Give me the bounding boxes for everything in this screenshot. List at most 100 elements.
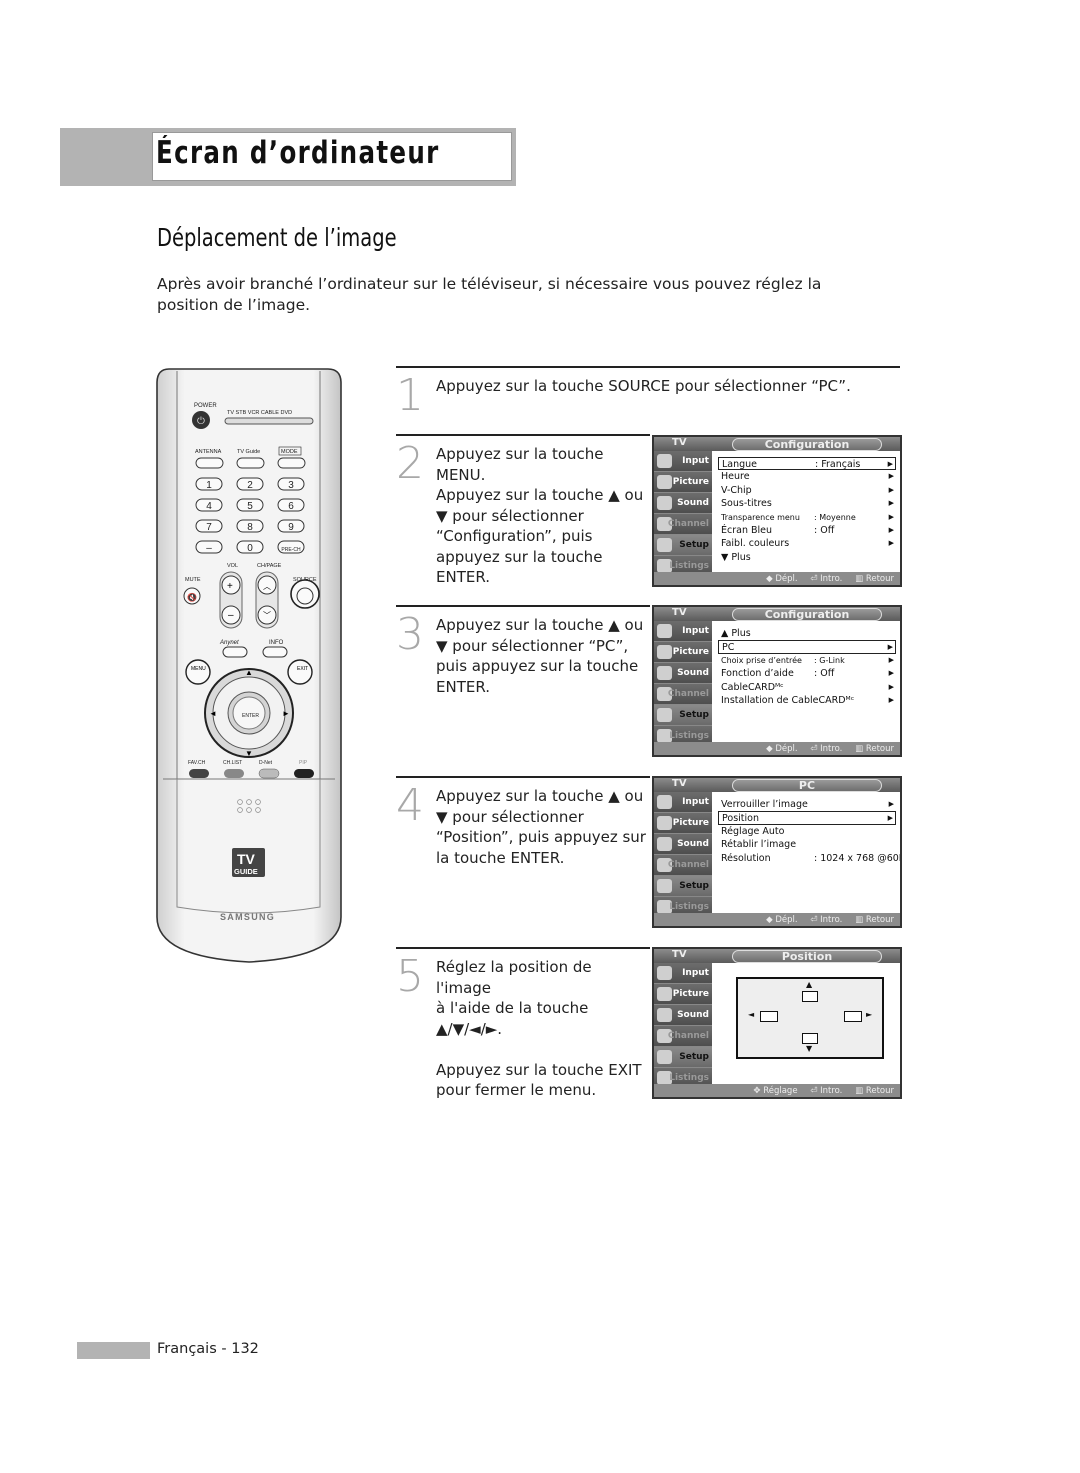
osd-sidebar-item-setup[interactable]: Setup bbox=[654, 535, 712, 556]
osd-menu-item[interactable]: CableCARDᴹᶜ ▶ bbox=[718, 681, 896, 694]
arrow-right-icon: ▶ bbox=[888, 485, 894, 494]
mode-labels: TV STB VCR CABLE DVD bbox=[227, 410, 292, 416]
arrow-right-icon: ▶ bbox=[887, 814, 893, 823]
digit-label: 2 bbox=[247, 480, 253, 491]
osd-sidebar-item-sound[interactable]: Sound bbox=[654, 493, 712, 514]
osd-menu-item[interactable]: Heure ▶ bbox=[718, 470, 896, 483]
step-line: ▼ pour sélectionner bbox=[436, 506, 584, 525]
step-1: 1 Appuyez sur la touche SOURCE pour séle… bbox=[396, 366, 900, 432]
step-line: MENU. bbox=[436, 465, 486, 484]
osd-menu-item[interactable]: Choix prise d’entrée : G-Link ▶ bbox=[718, 654, 896, 667]
input-icon bbox=[657, 966, 672, 980]
digit-label: 6 bbox=[288, 501, 294, 512]
svg-text:►: ► bbox=[282, 709, 290, 718]
osd-menu-item[interactable]: Verrouiller l’image ▶ bbox=[718, 798, 896, 811]
step-line: ▼ pour sélectionner bbox=[436, 807, 584, 826]
svg-text:CH/PAGE: CH/PAGE bbox=[257, 563, 282, 569]
move-left-preview bbox=[760, 1011, 778, 1022]
picture-icon bbox=[657, 645, 672, 659]
osd-sidebar-item-picture[interactable]: Picture bbox=[654, 642, 712, 663]
svg-text:﹀: ﹀ bbox=[263, 611, 271, 620]
digit-label: 1 bbox=[206, 480, 212, 491]
step-line: ENTER. bbox=[436, 677, 490, 696]
arrow-left-icon: ◄ bbox=[748, 1010, 755, 1019]
osd-menu-list: Verrouiller l’image ▶ Position ▶ Réglage… bbox=[718, 798, 900, 865]
digit-label: – bbox=[206, 543, 212, 554]
svg-text:FAV.CH: FAV.CH bbox=[188, 760, 206, 766]
osd-sidebar-item-channel[interactable]: Channel bbox=[654, 684, 712, 705]
osd-sidebar-item-setup[interactable]: Setup bbox=[654, 876, 712, 897]
osd-sidebar-item-input[interactable]: Input bbox=[654, 963, 712, 984]
svg-text:GUIDE: GUIDE bbox=[234, 867, 258, 876]
osd-sidebar-item-channel[interactable]: Channel bbox=[654, 1026, 712, 1047]
svg-text:▲: ▲ bbox=[245, 668, 253, 677]
svg-text:VOL: VOL bbox=[227, 563, 238, 569]
osd-menu-item[interactable]: ▲ Plus bbox=[718, 627, 896, 640]
osd-menu-item[interactable]: Faibl. couleurs ▶ bbox=[718, 537, 896, 550]
osd-menu-item[interactable]: Installation de CableCARDᴹᶜ ▶ bbox=[718, 694, 896, 707]
osd-tv-label: TV bbox=[672, 437, 687, 448]
osd-screen-position: TV Position Input Picture Sound Channel Setu… bbox=[652, 947, 902, 1099]
step-number: 5 bbox=[396, 951, 424, 1002]
osd-sidebar-item-picture[interactable]: Picture bbox=[654, 472, 712, 493]
osd-sidebar-item-input[interactable]: Input bbox=[654, 792, 712, 813]
osd-footer-hints: ◆ Dépl. ⏎ Intro. ▥ Retour bbox=[766, 574, 894, 584]
step-3: 3 Appuyez sur la touche ▲ ou ▼ pour sélec… bbox=[396, 605, 650, 771]
move-up-preview bbox=[802, 991, 818, 1002]
osd-menu-item[interactable]: Réglage Auto bbox=[718, 825, 896, 838]
osd-menu-item[interactable]: V-Chip ▶ bbox=[718, 484, 896, 497]
osd-sidebar-item-sound[interactable]: Sound bbox=[654, 834, 712, 855]
sound-icon bbox=[657, 1008, 672, 1022]
arrow-right-icon: ▶ bbox=[888, 800, 894, 808]
step-line: Appuyez sur la touche EXIT bbox=[436, 1060, 642, 1079]
osd-menu-item[interactable]: Résolution : 1024 x 768 @60Hz bbox=[718, 852, 900, 865]
svg-text:MODE: MODE bbox=[281, 449, 298, 455]
power-label: POWER bbox=[194, 403, 217, 409]
input-icon bbox=[657, 624, 672, 638]
osd-menu-item[interactable]: Sous-titres ▶ bbox=[718, 497, 896, 510]
arrow-down-icon: ▼ bbox=[806, 1044, 813, 1053]
step-number: 3 bbox=[396, 609, 424, 660]
osd-sidebar-item-channel[interactable]: Channel bbox=[654, 514, 712, 535]
osd-sidebar-item-input[interactable]: Input bbox=[654, 451, 712, 472]
arrow-up-icon: ▲ bbox=[806, 980, 813, 989]
osd-sidebar-item-setup[interactable]: Setup bbox=[654, 1047, 712, 1068]
osd-menu-item[interactable]: PC ▶ bbox=[718, 640, 896, 654]
step-line: ▲/▼/◄/►. bbox=[436, 1019, 503, 1038]
osd-tv-label: TV bbox=[672, 778, 687, 789]
picture-icon bbox=[657, 987, 672, 1001]
arrow-right-icon: ▶ bbox=[887, 643, 893, 652]
osd-menu-item[interactable]: Position ▶ bbox=[718, 811, 896, 825]
osd-sidebar-item-picture[interactable]: Picture bbox=[654, 813, 712, 834]
osd-screen-pc: TV PC Input Picture Sound Channel Setup Listi… bbox=[652, 776, 902, 928]
osd-menu-item[interactable]: ▼ Plus bbox=[718, 551, 896, 564]
digit-label: 0 bbox=[247, 543, 253, 554]
step-line: Appuyez sur la touche ▲ ou bbox=[436, 616, 644, 634]
footer-bar bbox=[77, 1342, 150, 1359]
svg-text:TV Guide: TV Guide bbox=[237, 449, 260, 455]
osd-sidebar-item-picture[interactable]: Picture bbox=[654, 984, 712, 1005]
step-line: ENTER. bbox=[436, 568, 490, 586]
osd-menu-item[interactable]: Transparence menu : Moyenne ▶ bbox=[718, 511, 896, 524]
step-line: “Position”, puis appuyez sur bbox=[436, 828, 646, 846]
digit-label: PRE-CH bbox=[281, 547, 301, 553]
svg-text:Anynet: Anynet bbox=[219, 640, 239, 646]
osd-sidebar-item-sound[interactable]: Sound bbox=[654, 1005, 712, 1026]
osd-sidebar-item-setup[interactable]: Setup bbox=[654, 705, 712, 726]
osd-menu-item[interactable]: Langue : Français ▶ bbox=[718, 457, 896, 471]
arrow-right-icon: ▶ bbox=[888, 695, 894, 704]
move-right-preview bbox=[844, 1011, 862, 1022]
osd-menu-item[interactable]: Rétablir l’image bbox=[718, 838, 896, 851]
svg-text:ENTER: ENTER bbox=[242, 713, 259, 719]
osd-sidebar-item-input[interactable]: Input bbox=[654, 621, 712, 642]
svg-text:ANTENNA: ANTENNA bbox=[195, 449, 222, 455]
osd-menu-item[interactable]: Fonction d’aide : Off ▶ bbox=[718, 667, 896, 680]
osd-sidebar-item-sound[interactable]: Sound bbox=[654, 663, 712, 684]
svg-text:◄: ◄ bbox=[209, 709, 217, 718]
osd-tv-label: TV bbox=[672, 607, 687, 618]
osd-menu-item[interactable]: Écran Bleu : Off ▶ bbox=[718, 524, 896, 537]
osd-screen-configuration-1: TV Configuration Input Picture Sound Channe… bbox=[652, 435, 902, 587]
svg-text:+: + bbox=[227, 581, 233, 592]
step-text: Appuyez sur la touche SOURCE pour sélect… bbox=[436, 377, 851, 395]
osd-sidebar-item-channel[interactable]: Channel bbox=[654, 855, 712, 876]
